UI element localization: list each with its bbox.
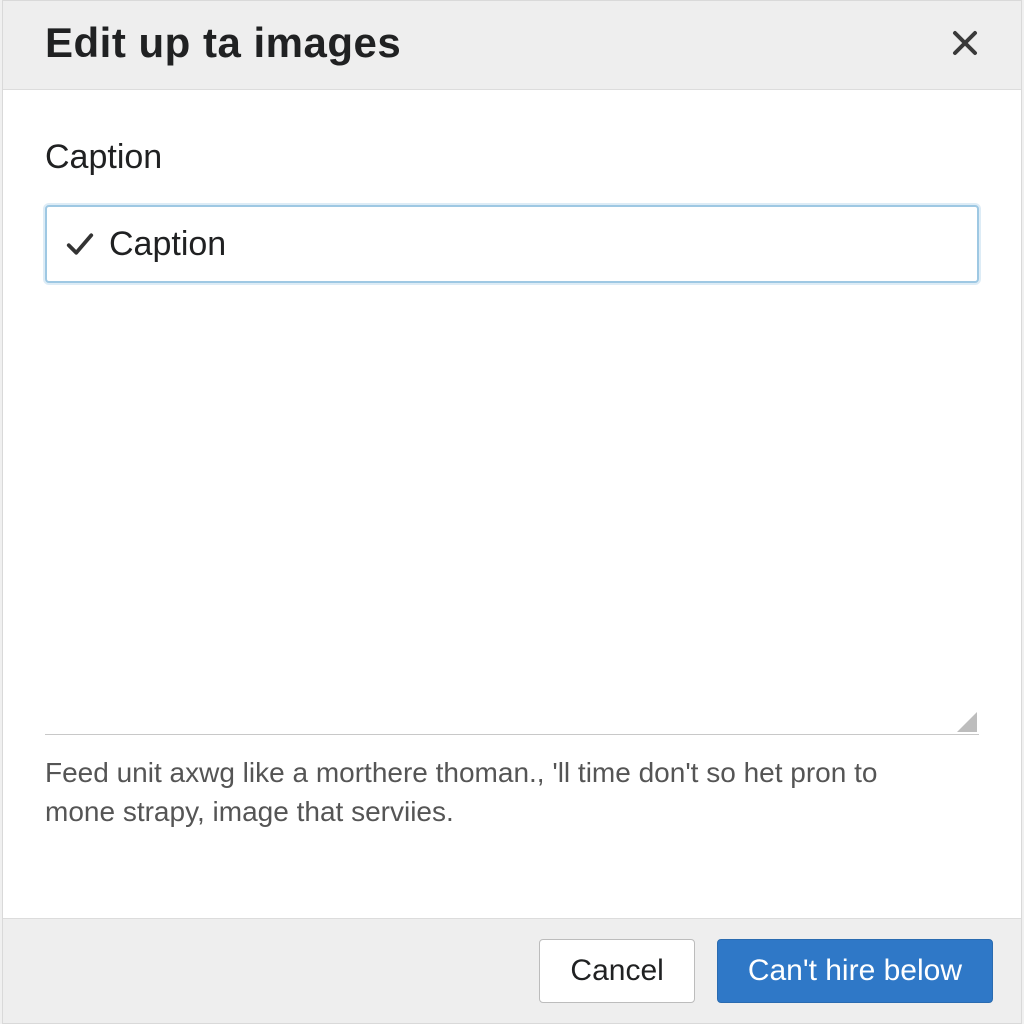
cancel-button[interactable]: Cancel: [539, 939, 694, 1003]
dialog-body: Caption Feed unit axwg like a morthere t…: [3, 90, 1021, 918]
caption-label: Caption: [45, 138, 979, 177]
primary-action-button[interactable]: Can't hire below: [717, 939, 993, 1003]
caption-input-container: [45, 205, 979, 283]
dialog-footer: Cancel Can't hire below: [3, 918, 1021, 1023]
edit-images-dialog: Edit up ta images Caption Feed unit axwg…: [2, 0, 1022, 1024]
close-icon: [950, 28, 980, 58]
helper-text: Feed unit axwg like a morthere thoman., …: [45, 753, 945, 831]
close-button[interactable]: [945, 23, 985, 63]
caption-textarea[interactable]: [45, 305, 979, 735]
caption-input[interactable]: [109, 225, 959, 264]
check-icon: [65, 229, 95, 259]
dialog-title: Edit up ta images: [45, 19, 401, 67]
dialog-header: Edit up ta images: [3, 1, 1021, 90]
